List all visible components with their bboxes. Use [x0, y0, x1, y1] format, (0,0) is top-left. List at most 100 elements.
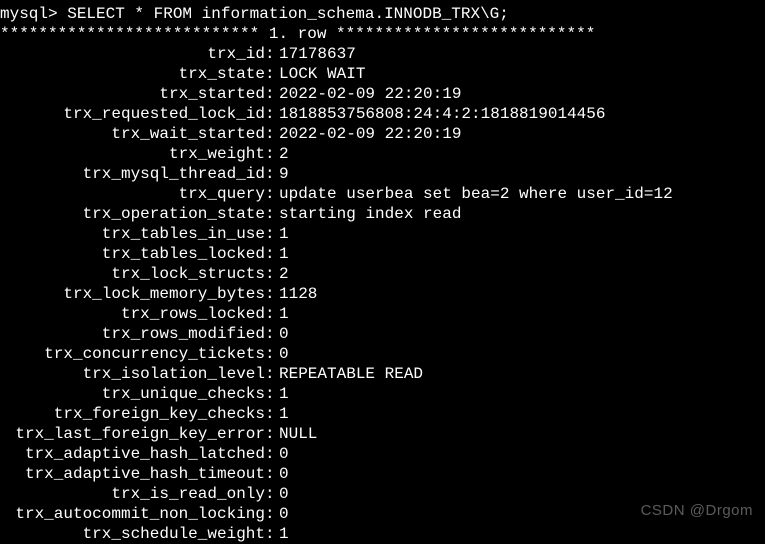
colon-separator: :: [265, 464, 275, 484]
field-label: trx_isolation_level: [0, 364, 265, 384]
colon-separator: :: [265, 64, 275, 84]
field-label: trx_unique_checks: [0, 384, 265, 404]
colon-separator: :: [265, 384, 275, 404]
field-label: trx_wait_started: [0, 124, 265, 144]
field-value: 0: [275, 484, 289, 504]
colon-separator: :: [265, 404, 275, 424]
result-row: trx_rows_modified:0: [0, 324, 765, 344]
colon-separator: :: [265, 344, 275, 364]
field-value: 1: [275, 404, 289, 424]
field-value: 0: [275, 444, 289, 464]
field-label: trx_rows_locked: [0, 304, 265, 324]
field-label: trx_lock_memory_bytes: [0, 284, 265, 304]
field-value: 2: [275, 264, 289, 284]
colon-separator: :: [265, 484, 275, 504]
field-value: REPEATABLE READ: [275, 364, 423, 384]
field-label: trx_autocommit_non_locking: [0, 504, 265, 524]
field-value: 1: [275, 384, 289, 404]
field-label: trx_foreign_key_checks: [0, 404, 265, 424]
field-label: trx_lock_structs: [0, 264, 265, 284]
field-label: trx_operation_state: [0, 204, 265, 224]
field-label: trx_adaptive_hash_timeout: [0, 464, 265, 484]
field-label: trx_adaptive_hash_latched: [0, 444, 265, 464]
field-value: 0: [275, 464, 289, 484]
colon-separator: :: [265, 264, 275, 284]
field-value: 1: [275, 524, 289, 544]
field-value: update userbea set bea=2 where user_id=1…: [275, 184, 673, 204]
colon-separator: :: [265, 504, 275, 524]
result-row: trx_concurrency_tickets:0: [0, 344, 765, 364]
result-row: trx_lock_memory_bytes:1128: [0, 284, 765, 304]
field-value: 1128: [275, 284, 317, 304]
field-value: 0: [275, 324, 289, 344]
colon-separator: :: [265, 84, 275, 104]
result-row: trx_foreign_key_checks:1: [0, 404, 765, 424]
result-row: trx_adaptive_hash_latched:0: [0, 444, 765, 464]
field-label: trx_id: [0, 44, 265, 64]
result-row: trx_started:2022-02-09 22:20:19: [0, 84, 765, 104]
result-row: trx_tables_in_use:1: [0, 224, 765, 244]
row-separator: *************************** 1. row *****…: [0, 24, 765, 44]
field-value: 17178637: [275, 44, 356, 64]
field-label: trx_started: [0, 84, 265, 104]
colon-separator: :: [265, 524, 275, 544]
result-row: trx_lock_structs:2: [0, 264, 765, 284]
result-row: trx_rows_locked:1: [0, 304, 765, 324]
colon-separator: :: [265, 244, 275, 264]
result-row: trx_wait_started:2022-02-09 22:20:19: [0, 124, 765, 144]
field-label: trx_weight: [0, 144, 265, 164]
result-row: trx_state:LOCK WAIT: [0, 64, 765, 84]
field-label: trx_rows_modified: [0, 324, 265, 344]
result-row: trx_last_foreign_key_error:NULL: [0, 424, 765, 444]
field-label: trx_schedule_weight: [0, 524, 265, 544]
field-value: 9: [275, 164, 289, 184]
result-row: trx_unique_checks:1: [0, 384, 765, 404]
colon-separator: :: [265, 144, 275, 164]
colon-separator: :: [265, 304, 275, 324]
result-row: trx_mysql_thread_id:9: [0, 164, 765, 184]
field-value: 1: [275, 304, 289, 324]
result-rows: trx_id:17178637trx_state:LOCK WAITtrx_st…: [0, 44, 765, 544]
colon-separator: :: [265, 444, 275, 464]
colon-separator: :: [265, 424, 275, 444]
colon-separator: :: [265, 124, 275, 144]
field-value: 0: [275, 344, 289, 364]
field-label: trx_mysql_thread_id: [0, 164, 265, 184]
field-value: 1818853756808:24:4:2:1818819014456: [275, 104, 605, 124]
result-row: trx_requested_lock_id:1818853756808:24:4…: [0, 104, 765, 124]
colon-separator: :: [265, 284, 275, 304]
colon-separator: :: [265, 324, 275, 344]
result-row: trx_tables_locked:1: [0, 244, 765, 264]
field-label: trx_query: [0, 184, 265, 204]
field-value: 2022-02-09 22:20:19: [275, 84, 461, 104]
result-row: trx_schedule_weight:1: [0, 524, 765, 544]
field-label: trx_tables_locked: [0, 244, 265, 264]
colon-separator: :: [265, 184, 275, 204]
result-row: trx_operation_state:starting index read: [0, 204, 765, 224]
colon-separator: :: [265, 104, 275, 124]
field-value: 1: [275, 224, 289, 244]
field-value: starting index read: [275, 204, 461, 224]
field-label: trx_concurrency_tickets: [0, 344, 265, 364]
colon-separator: :: [265, 204, 275, 224]
field-label: trx_last_foreign_key_error: [0, 424, 265, 444]
field-label: trx_state: [0, 64, 265, 84]
result-row: trx_adaptive_hash_timeout:0: [0, 464, 765, 484]
mysql-prompt-line: mysql> SELECT * FROM information_schema.…: [0, 4, 765, 24]
result-row: trx_id:17178637: [0, 44, 765, 64]
result-row: trx_query:update userbea set bea=2 where…: [0, 184, 765, 204]
field-value: 1: [275, 244, 289, 264]
field-value: LOCK WAIT: [275, 64, 365, 84]
field-value: 2022-02-09 22:20:19: [275, 124, 461, 144]
field-label: trx_requested_lock_id: [0, 104, 265, 124]
colon-separator: :: [265, 164, 275, 184]
field-value: 2: [275, 144, 289, 164]
watermark-text: CSDN @Drgom: [641, 501, 753, 521]
field-value: 0: [275, 504, 289, 524]
colon-separator: :: [265, 44, 275, 64]
field-value: NULL: [275, 424, 317, 444]
colon-separator: :: [265, 224, 275, 244]
field-label: trx_tables_in_use: [0, 224, 265, 244]
result-row: trx_isolation_level:REPEATABLE READ: [0, 364, 765, 384]
colon-separator: :: [265, 364, 275, 384]
